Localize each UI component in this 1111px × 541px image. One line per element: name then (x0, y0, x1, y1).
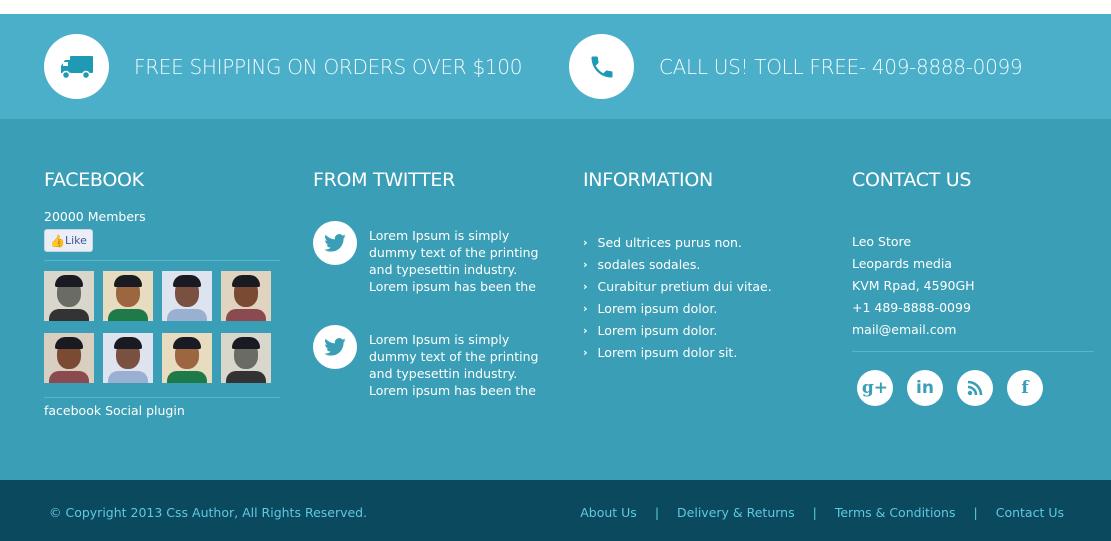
information-link[interactable]: › Sed ultrices purus non. (583, 231, 823, 253)
contact-line: Leo Store (852, 234, 912, 249)
chevron-right-icon: › (583, 323, 588, 337)
phone-icon (569, 34, 634, 99)
member-avatar[interactable] (103, 271, 153, 321)
contact-column: CONTACT US Leo Store Leopards media KVM Rp… (852, 169, 1094, 406)
member-avatar[interactable] (162, 271, 212, 321)
information-link[interactable]: › sodales sodales. (583, 253, 823, 275)
contact-line: KVM Rpad, 4590GH (852, 278, 975, 293)
shipping-feature: FREE SHIPPING ON ORDERS OVER $100 (44, 34, 522, 99)
footer-link[interactable]: Contact Us (996, 505, 1064, 520)
member-avatar[interactable] (44, 271, 94, 321)
link-separator: | (812, 505, 817, 520)
like-button[interactable]: 👍 Like (44, 229, 93, 252)
twitter-bird-icon (313, 325, 357, 369)
chevron-right-icon: › (583, 279, 588, 293)
tweet-text: Lorem Ipsum is simply dummy text of the p… (369, 332, 539, 398)
google-plus-icon[interactable]: g+ (857, 370, 893, 406)
shipping-text: FREE SHIPPING ON ORDERS OVER $100 (134, 54, 523, 79)
chevron-right-icon: › (583, 301, 588, 315)
contact-line: Leopards media (852, 256, 952, 271)
divider (44, 397, 280, 398)
copyright: © Copyright 2013 Css Author, All Rights … (49, 505, 368, 520)
information-column: INFORMATION › Sed ultrices purus non. › sod… (583, 169, 823, 363)
footer-main: FACEBOOK 20000 Members 👍 Like facebook So… (0, 119, 1111, 480)
information-title: INFORMATION (583, 169, 713, 191)
facebook-column: FACEBOOK 20000 Members 👍 Like facebook So… (44, 169, 280, 419)
tweet: Lorem Ipsum is simply dummy text of the p… (313, 325, 553, 399)
chevron-right-icon: › (583, 345, 588, 359)
facebook-icon[interactable]: f (1007, 370, 1043, 406)
chevron-right-icon: › (583, 257, 588, 271)
information-link[interactable]: › Curabitur pretium dui vitae. (583, 275, 823, 297)
twitter-title: FROM TWITTER (313, 169, 455, 191)
feature-banner: FREE SHIPPING ON ORDERS OVER $100 CALL U… (0, 14, 1111, 119)
facebook-title: FACEBOOK (44, 169, 144, 191)
chevron-right-icon: › (583, 235, 588, 249)
divider (852, 351, 1094, 352)
information-link[interactable]: › Lorem ipsum dolor sit. (583, 341, 823, 363)
footer-link[interactable]: Delivery & Returns (677, 505, 795, 520)
linkedin-icon[interactable]: in (907, 370, 943, 406)
twitter-bird-icon (313, 221, 357, 265)
footer-link[interactable]: Terms & Conditions (835, 505, 956, 520)
contact-title: CONTACT US (852, 169, 972, 191)
rss-icon[interactable] (957, 370, 993, 406)
tweet: Lorem Ipsum is simply dummy text of the p… (313, 221, 553, 295)
member-avatar[interactable] (221, 271, 271, 321)
member-avatar[interactable] (221, 333, 271, 383)
thumbs-up-icon: 👍 (50, 233, 65, 248)
truck-icon (44, 34, 109, 99)
footer-link[interactable]: About Us (580, 505, 637, 520)
call-text: CALL US! TOLL FREE- 409-8888-0099 (659, 54, 1023, 79)
footer-links: About Us | Delivery & Returns | Terms & Cond… (580, 505, 1064, 520)
contact-line: mail@email.com (852, 322, 957, 337)
link-separator: | (654, 505, 660, 520)
link-separator: | (973, 505, 978, 520)
footer-bar: © Copyright 2013 Css Author, All Rights … (0, 480, 1111, 541)
member-avatar[interactable] (162, 333, 212, 383)
members-count: 20000 Members (44, 209, 146, 224)
top-strip (0, 0, 1111, 14)
information-link[interactable]: › Lorem ipsum dolor. (583, 319, 823, 341)
call-feature: CALL US! TOLL FREE- 409-8888-0099 (569, 34, 1023, 99)
divider (44, 260, 280, 261)
information-link[interactable]: › Lorem ipsum dolor. (583, 297, 823, 319)
twitter-column: FROM TWITTER Lorem Ipsum is simply dummy … (313, 169, 553, 429)
member-avatars (44, 271, 280, 383)
member-avatar[interactable] (44, 333, 94, 383)
tweet-text: Lorem Ipsum is simply dummy text of the p… (369, 228, 539, 294)
contact-line: +1 489-8888-0099 (852, 300, 971, 315)
facebook-plugin-label: facebook Social plugin (44, 403, 185, 418)
member-avatar[interactable] (103, 333, 153, 383)
